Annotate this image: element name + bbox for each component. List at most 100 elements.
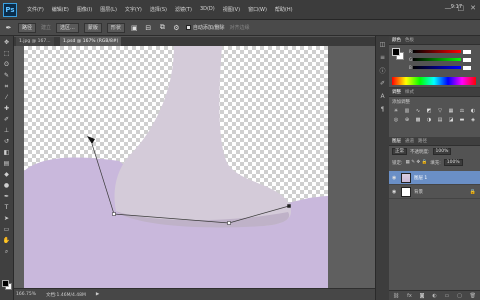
menu-type[interactable]: 文字(Y)	[123, 5, 144, 14]
new-group-icon[interactable]: ▭	[445, 293, 450, 299]
black-white-icon[interactable]: ◐	[469, 107, 477, 114]
brush-tool-icon[interactable]: ✐	[2, 115, 12, 124]
move-tool-icon[interactable]: ✥	[2, 38, 12, 47]
photo-filter-icon[interactable]: ◎	[392, 116, 400, 123]
path-anchor-point[interactable]	[112, 212, 116, 216]
green-slider[interactable]: G	[409, 57, 471, 62]
menu-window[interactable]: 窗口(W)	[246, 5, 269, 14]
menu-file[interactable]: 文件(F)	[25, 5, 46, 14]
panel-foreground-swatch[interactable]	[392, 48, 400, 56]
red-slider[interactable]: R	[409, 49, 471, 54]
opacity-field[interactable]: 100%	[432, 148, 452, 155]
vibrance-icon[interactable]: ▽	[436, 107, 444, 114]
threshold-icon[interactable]: ◪	[447, 116, 455, 123]
healing-brush-tool-icon[interactable]: ✚	[2, 104, 12, 113]
path-anchor-point[interactable]	[227, 221, 231, 225]
tab-swatches[interactable]: 色板	[405, 37, 414, 43]
hue-saturation-icon[interactable]: ▦	[447, 107, 455, 114]
blue-slider-track[interactable]	[413, 66, 461, 69]
mode-select[interactable]: 路径	[18, 22, 37, 33]
lasso-tool-icon[interactable]: ʘ	[2, 60, 12, 69]
brightness-contrast-icon[interactable]: ☀	[392, 107, 400, 114]
channel-mixer-icon[interactable]: ⊕	[403, 116, 411, 123]
menu-filter[interactable]: 滤镜(T)	[173, 5, 194, 14]
marquee-tool-icon[interactable]: ⬚	[2, 49, 12, 58]
close-button[interactable]: ✕	[470, 4, 476, 12]
clone-stamp-tool-icon[interactable]: ⊥	[2, 126, 12, 135]
shape-tool-icon[interactable]: ▭	[2, 225, 12, 234]
blue-slider[interactable]: B	[409, 65, 471, 70]
zoom-tool-icon[interactable]: ⌕	[2, 247, 12, 256]
settings-gear-icon[interactable]: ⚙	[172, 23, 181, 32]
selection-button[interactable]: 选区...	[56, 22, 79, 33]
invert-icon[interactable]: ◑	[425, 116, 433, 123]
path-anchor-point[interactable]	[287, 204, 291, 208]
brush-panel-icon[interactable]: ✐	[378, 79, 387, 88]
image-canvas[interactable]	[24, 46, 328, 288]
history-panel-icon[interactable]: ◫	[378, 40, 387, 49]
curves-icon[interactable]: ∿	[414, 107, 422, 114]
menu-layer[interactable]: 图层(L)	[98, 5, 119, 14]
red-value-field[interactable]	[463, 49, 471, 54]
selective-color-icon[interactable]: ◈	[469, 116, 477, 123]
lock-icons[interactable]: ▦ ✎ ✥ 🔒	[406, 160, 428, 165]
blue-value-field[interactable]	[463, 65, 471, 70]
red-slider-track[interactable]	[413, 50, 461, 53]
levels-icon[interactable]: ▥	[403, 107, 411, 114]
menu-select[interactable]: 选择(S)	[148, 5, 169, 14]
mask-button[interactable]: 蒙版	[83, 22, 102, 33]
properties-panel-icon[interactable]: ≡	[378, 53, 387, 62]
tab-layers[interactable]: 图层	[392, 138, 401, 144]
tab-paths[interactable]: 路径	[418, 138, 427, 144]
link-layers-icon[interactable]: ⛓	[393, 293, 399, 299]
type-tool-icon[interactable]: T	[2, 203, 12, 212]
menu-image[interactable]: 图像(I)	[75, 5, 94, 14]
visibility-eye-icon[interactable]: ◉	[392, 175, 398, 181]
posterize-icon[interactable]: ▤	[436, 116, 444, 123]
history-brush-tool-icon[interactable]: ↺	[2, 137, 12, 146]
pen-tool-preset-icon[interactable]: ✒	[4, 23, 13, 32]
document-tab-psd[interactable]: 1.psd @ 167% (RGB/8#)	[60, 37, 122, 46]
delete-layer-icon[interactable]: 🗑	[470, 293, 476, 299]
shape-button[interactable]: 形状	[106, 22, 125, 33]
pen-tool-icon[interactable]: ✒	[2, 192, 12, 201]
zoom-level[interactable]: 166.75%	[16, 292, 36, 297]
color-balance-icon[interactable]: ⚖	[458, 107, 466, 114]
eraser-tool-icon[interactable]: ◧	[2, 148, 12, 157]
menu-3d[interactable]: 3D(D)	[198, 5, 217, 14]
hand-tool-icon[interactable]: ✋	[2, 236, 12, 245]
quick-select-tool-icon[interactable]: ✎	[2, 71, 12, 80]
blend-mode-select[interactable]: 正常	[392, 148, 407, 155]
paragraph-panel-icon[interactable]: ¶	[378, 105, 387, 114]
info-panel-icon[interactable]: ⓘ	[378, 66, 387, 75]
fill-field[interactable]: 100%	[443, 159, 463, 166]
visibility-eye-icon[interactable]: ◉	[392, 189, 398, 195]
auto-add-delete-checkbox[interactable]: 自动添加/删除	[185, 24, 225, 31]
dodge-tool-icon[interactable]: ●	[2, 181, 12, 190]
tab-channels[interactable]: 通道	[405, 138, 414, 144]
green-slider-track[interactable]	[413, 58, 461, 61]
gradient-map-icon[interactable]: ▬	[458, 116, 466, 123]
crop-tool-icon[interactable]: ⌗	[2, 82, 12, 91]
path-selection-tool-icon[interactable]: ➤	[2, 214, 12, 223]
layer-row-layer1[interactable]: ◉ 图层 1	[389, 171, 480, 185]
color-lookup-icon[interactable]: ▩	[414, 116, 422, 123]
foreground-color-swatch[interactable]	[2, 280, 9, 287]
tab-adjustments[interactable]: 调整	[392, 89, 401, 95]
path-alignment-icon[interactable]: ⊟	[144, 23, 153, 32]
green-value-field[interactable]	[463, 57, 471, 62]
menu-edit[interactable]: 编辑(E)	[50, 5, 71, 14]
tab-color[interactable]: 颜色	[392, 37, 401, 43]
color-spectrum-bar[interactable]	[392, 77, 476, 85]
character-panel-icon[interactable]: A	[378, 92, 387, 101]
layer-row-background[interactable]: ◉ 背景 🔒	[389, 185, 480, 199]
add-mask-icon[interactable]: ◙	[420, 293, 425, 299]
document-tab-jpg[interactable]: 1.jpg @ 167...	[16, 37, 54, 46]
path-operations-icon[interactable]: ▣	[130, 23, 139, 32]
new-layer-icon[interactable]: ▢	[457, 293, 462, 299]
eyedropper-tool-icon[interactable]: ⁄	[2, 93, 12, 102]
adjustment-layer-icon[interactable]: ◐	[432, 293, 436, 299]
tab-styles[interactable]: 样式	[405, 89, 414, 95]
gradient-tool-icon[interactable]: ▤	[2, 159, 12, 168]
status-arrow-icon[interactable]: ▶	[96, 292, 99, 297]
